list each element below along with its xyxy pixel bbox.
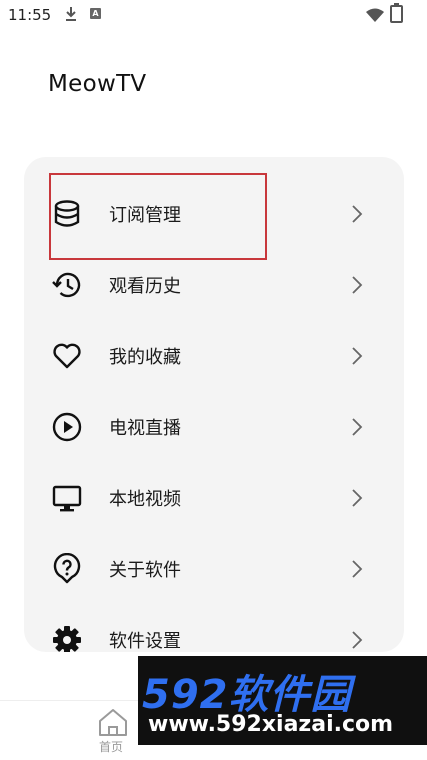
chevron-right-icon <box>350 275 364 295</box>
heart-icon <box>51 340 83 372</box>
watermark: 592软件园 www.592xiazai.com <box>138 656 427 745</box>
menu-item-settings[interactable]: 软件设置 <box>24 604 404 652</box>
chevron-right-icon <box>350 417 364 437</box>
menu-item-label: 电视直播 <box>109 418 181 439</box>
watermark-url: www.592xiazai.com <box>148 712 394 737</box>
menu-item-favorites[interactable]: 我的收藏 <box>24 320 404 391</box>
home-icon[interactable] <box>97 707 129 741</box>
wifi-icon <box>366 7 384 26</box>
chevron-right-icon <box>350 559 364 579</box>
menu-item-label: 关于软件 <box>109 560 181 581</box>
menu-item-label: 我的收藏 <box>109 347 181 368</box>
menu-item-live-tv[interactable]: 电视直播 <box>24 391 404 462</box>
app-title: MeowTV <box>48 71 147 97</box>
status-bar: 11:55 A <box>0 0 427 30</box>
menu-item-label: 软件设置 <box>109 631 181 652</box>
chevron-right-icon <box>350 488 364 508</box>
highlight-annotation <box>49 173 267 260</box>
help-icon <box>51 552 83 585</box>
play-circle-icon <box>51 411 83 443</box>
menu-item-local-video[interactable]: 本地视频 <box>24 462 404 533</box>
menu-item-label: 本地视频 <box>109 489 181 510</box>
app-notification-icon: A <box>90 8 101 19</box>
nav-home-label[interactable]: 首页 <box>99 738 123 755</box>
monitor-icon <box>51 482 83 514</box>
download-icon <box>64 6 78 26</box>
status-time: 11:55 <box>8 6 52 24</box>
menu-item-about[interactable]: 关于软件 <box>24 533 404 604</box>
chevron-right-icon <box>350 346 364 366</box>
gear-icon <box>51 624 83 652</box>
chevron-right-icon <box>350 204 364 224</box>
chevron-right-icon <box>350 630 364 650</box>
history-icon <box>51 269 83 301</box>
menu-item-label: 观看历史 <box>109 276 181 297</box>
